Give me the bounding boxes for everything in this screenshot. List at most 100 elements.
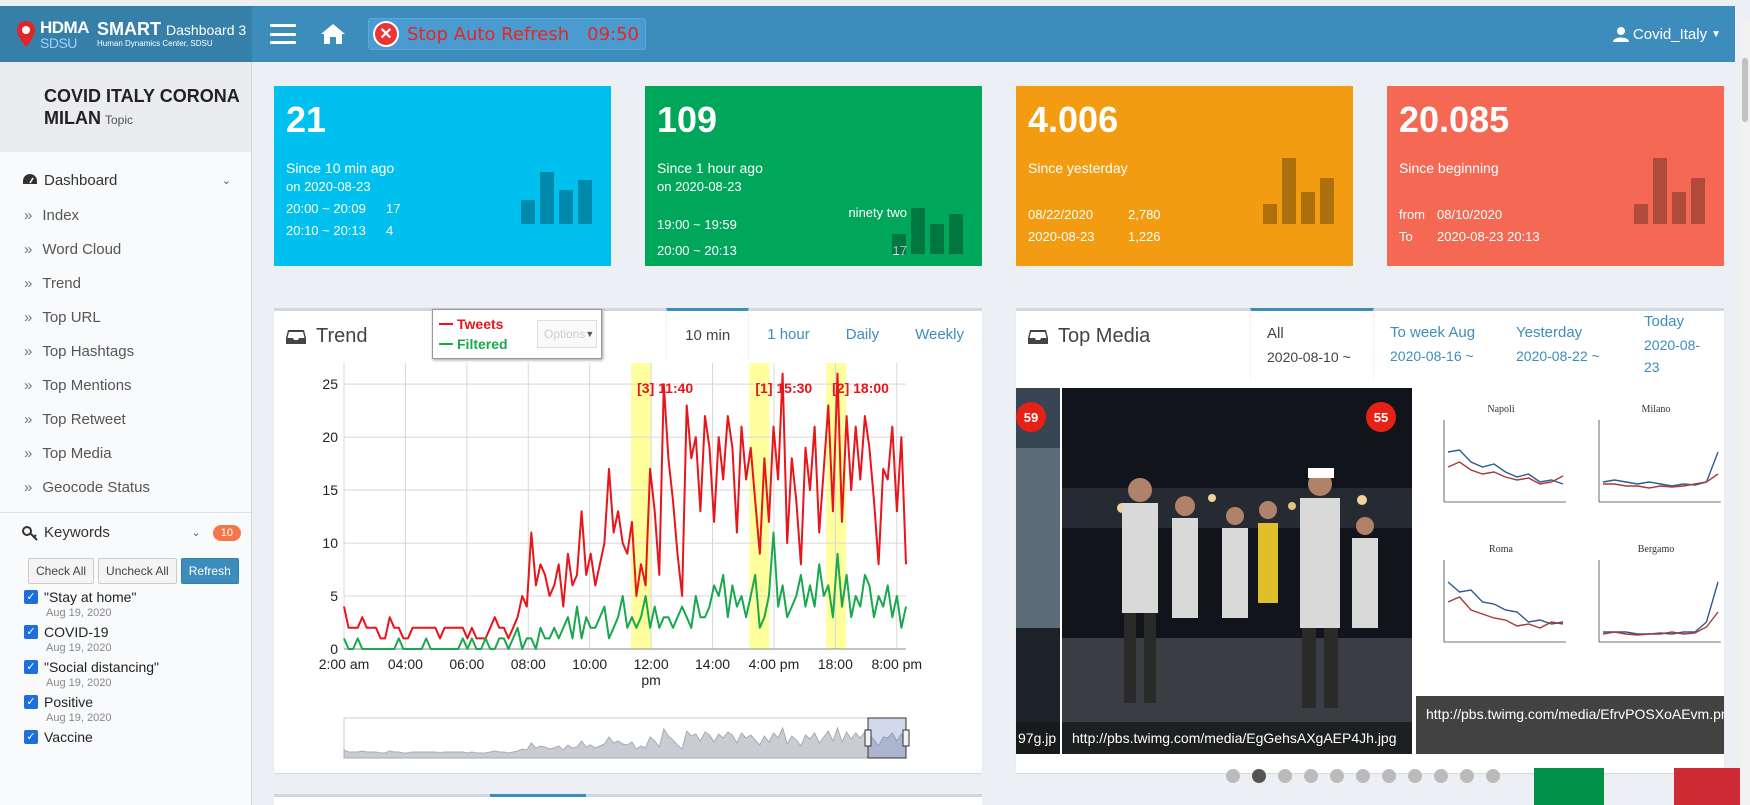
y-tick-label: 10 [322,535,338,551]
home-icon[interactable] [320,22,346,46]
keyword-checkbox[interactable]: ✓ [24,590,38,604]
carousel-dot[interactable] [1226,769,1240,783]
tab-daily[interactable]: Daily [828,308,897,360]
keyword-checkbox[interactable]: ✓ [24,660,38,674]
double-angle-right-icon: » [24,410,33,428]
trend-title-text: Trend [316,325,368,347]
carousel-dot[interactable] [1356,769,1370,783]
carousel-dot[interactable] [1252,769,1266,783]
navigator-selection [867,717,907,759]
top-media-title-text: Top Media [1058,325,1151,347]
stat-range: 19:00 ~ 19:59 [657,217,737,233]
sidebar-item-index[interactable]: » Index [0,198,251,232]
sidebar-item-top-media[interactable]: » Top Media [0,436,251,470]
sidebar-item-label: Index [42,206,80,224]
caret-down-icon: ▼ [1711,28,1721,40]
tab-10min[interactable]: 10 min [666,308,750,360]
sidebar-dashboard-toggle[interactable]: Dashboard ⌄ [0,162,251,198]
trend-tabs: 10 min 1 hour Daily Weekly [666,308,982,360]
refresh-button[interactable]: Refresh [180,558,239,584]
mini-series-line [1602,451,1719,487]
stat-count: 2,780 [1128,207,1161,222]
top-media-title: Top Media [1028,325,1150,348]
user-menu[interactable]: Covid_Italy ▼ [1612,25,1721,43]
carousel-dot[interactable] [1382,769,1396,783]
hamburger-icon[interactable] [270,24,296,44]
x-tick-label: 18:00 [818,656,853,672]
check-all-button[interactable]: Check All [28,558,95,584]
mini-series-line [1447,449,1564,485]
sidebar-item-top-url[interactable]: » Top URL [0,300,251,334]
tab-all[interactable]: All 2020-08-10 ~ [1250,308,1374,380]
topic-title: COVID ITALY CORONA MILAN [44,86,240,128]
keywords-header[interactable]: Keywords ⌄ 10 [0,512,251,552]
sidebar-item-geocode-status[interactable]: » Geocode Status [0,470,251,504]
carousel-dot[interactable] [1460,769,1474,783]
user-name: Covid_Italy [1632,25,1708,43]
tab-line2: 2020-08-10 ~ [1267,349,1351,366]
tab-1hour[interactable]: 1 hour [749,308,828,360]
sidebar-item-label: Top Retweet [42,410,126,428]
stat-range: 08/22/2020 [1028,207,1094,222]
keyword-checkbox[interactable]: ✓ [24,625,38,639]
carousel-dot[interactable] [1408,769,1422,783]
carousel-dot[interactable] [1434,769,1448,783]
series-line-tweets [343,372,907,640]
tab-today[interactable]: Today 2020-08-23 [1628,308,1724,380]
stat-range: 20:10 ~ 20:13 [286,223,366,239]
keyword-checkbox[interactable]: ✓ [24,730,38,744]
scrollbar-thumb[interactable] [1742,58,1748,122]
topic-tag: Topic [105,112,134,127]
media-slide[interactable]: Napoli Milano Roma Bergamo http://pbs.twimg… [1416,388,1724,754]
tab-weekly[interactable]: Weekly [897,308,982,360]
media-carousel[interactable]: 59 97g.jp 55 http://pbs.twimg.com/media/… [1016,388,1724,754]
carousel-dot[interactable] [1304,769,1318,783]
sidebar-item-label: Top Media [42,444,112,462]
media-slide[interactable]: 59 97g.jp [1016,388,1060,754]
sidebar-item-label: Top URL [42,308,101,326]
sidebar-item-label: Geocode Status [42,478,150,496]
double-angle-right-icon: » [24,240,33,258]
italy-flag-green [1534,768,1604,805]
x-tick-label: 04:00 [388,656,423,672]
carousel-dot[interactable] [1330,769,1344,783]
carousel-indicators [1226,769,1500,783]
trend-chart-svg: 0 5 10 15 20 25 2:00 am 04:00 06:00 08:00 10:00 12:… [319,363,922,759]
stat-value: 21 [286,99,327,140]
stat-box-yesterday: 4.006 Since yesterday 08/22/2020 2,780 20… [1016,86,1353,266]
x-tick-label: 06:00 [449,656,484,672]
keyword-item: ✓ Vaccine [0,729,251,745]
y-tick-label: 0 [330,641,338,657]
map-pin-icon [16,20,36,48]
media-slide[interactable]: 55 http://pbs.twimg.com/media/EgGehsAXgA… [1062,388,1412,754]
keyword-label: COVID-19 [44,624,109,640]
options-dropdown[interactable]: Options ▼ [537,320,597,348]
keyword-date: Aug 19, 2020 [46,607,112,619]
uncheck-all-button[interactable]: Uncheck All [98,558,177,584]
sidebar-item-trend[interactable]: » Trend [0,266,251,300]
keyword-label: Vaccine [44,729,93,745]
media-caption: http://pbs.twimg.com/media/EgGehsAXgAEP4… [1062,722,1412,754]
mini-chart-title: Milano [1642,404,1671,415]
tab-yesterday[interactable]: Yesterday 2020-08-22 ~ [1500,308,1628,380]
trend-box: Trend Tweets Filtered Options ▼ 10 min 1 … [274,308,982,773]
keyword-date: Aug 19, 2020 [46,642,112,654]
carousel-dot[interactable] [1278,769,1292,783]
carousel-dot[interactable] [1486,769,1500,783]
stop-circle-icon: ✕ [373,21,399,47]
brand-logo[interactable]: HDMA SDSU SMART Dashboard 3 Human Dynami… [0,6,252,62]
trend-chart: 0 5 10 15 20 25 2:00 am 04:00 06:00 08:00 10:00 12:… [274,363,982,773]
sidebar-item-word-cloud[interactable]: » Word Cloud [0,232,251,266]
keyword-checkbox[interactable]: ✓ [24,695,38,709]
tab-line1: Yesterday [1516,323,1583,341]
page-scrollbar[interactable] [1740,20,1750,805]
police-photo [1062,388,1412,754]
sidebar-item-top-hashtags[interactable]: » Top Hashtags [0,334,251,368]
stat-from-value: 08/10/2020 [1437,207,1503,222]
tab-week[interactable]: To week Aug 2020-08-16 ~ [1374,308,1500,380]
stat-range: 20:00 ~ 20:09 [286,201,366,217]
app-title-bold: SMART [97,18,161,39]
sidebar-item-top-retweet[interactable]: » Top Retweet [0,402,251,436]
sidebar-item-top-mentions[interactable]: » Top Mentions [0,368,251,402]
stop-auto-refresh-button[interactable]: ✕ Stop Auto Refresh 09:50 [368,18,647,50]
